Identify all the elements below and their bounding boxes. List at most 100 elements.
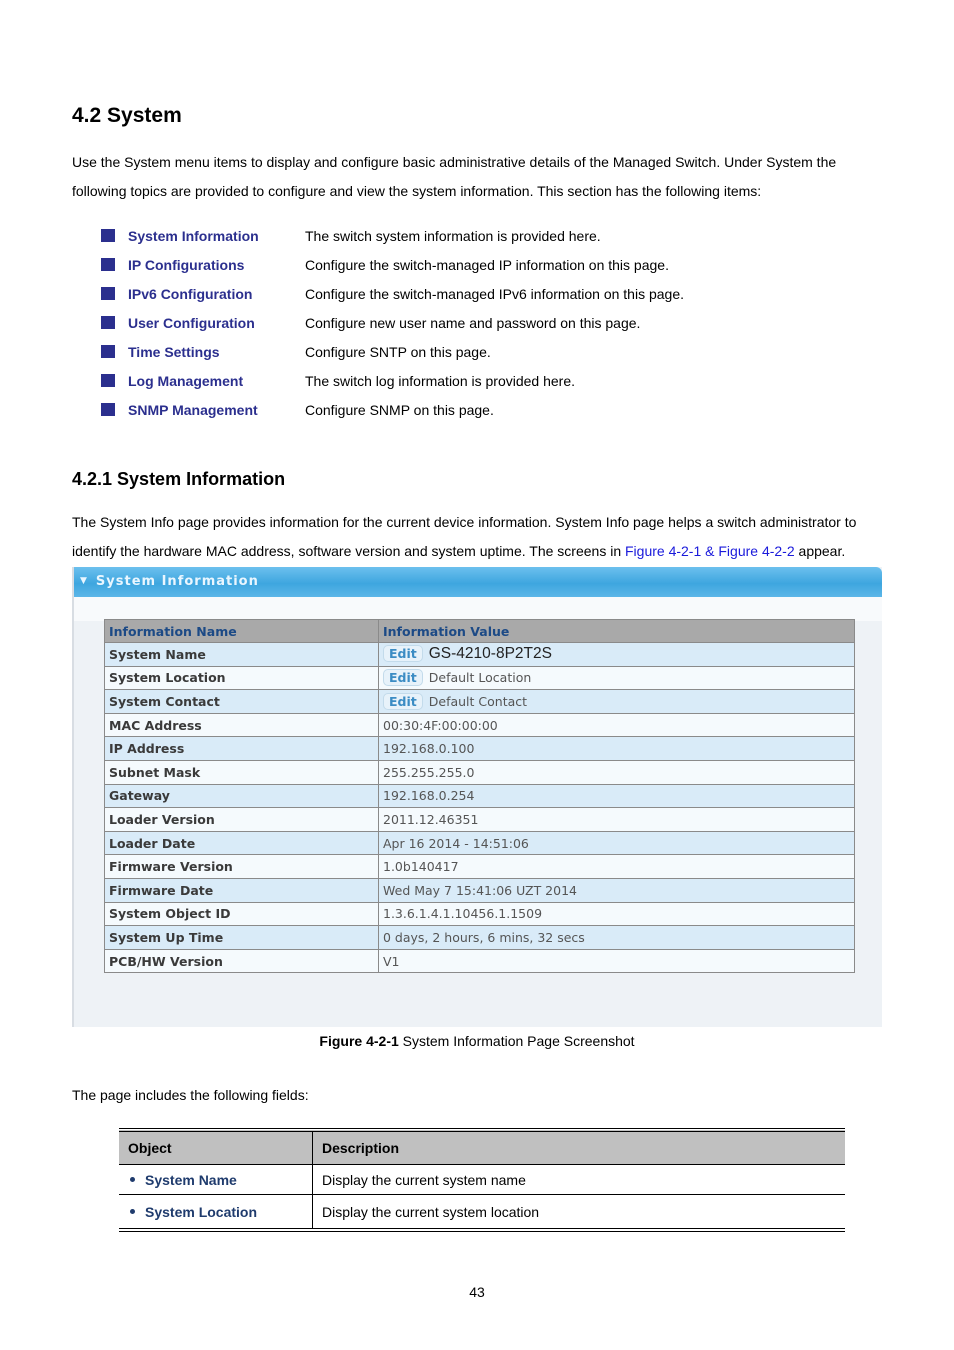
subsection-intro: The System Info page provides informatio… [72, 508, 892, 565]
column-header-value: Information Value [378, 619, 855, 643]
panel-title: ▼ System Information [80, 574, 259, 589]
table-row: Loader Version 2011.12.46351 [104, 807, 855, 832]
topic-list: System Information The switch system info… [101, 221, 801, 424]
topic-description: Configure new user name and password on … [305, 314, 641, 331]
info-value: Default Contact [428, 693, 528, 709]
info-value-cell: Wed May 7 15:41:06 UZT 2014 [378, 877, 855, 903]
table-row: System Location Edit Default Location [104, 665, 855, 691]
info-value-cell: 192.168.0.254 [378, 783, 855, 809]
info-value-cell: V1 [378, 948, 855, 974]
collapse-triangle-icon[interactable]: ▼ [80, 576, 88, 586]
topic-item: IP Configurations Configure the switch-ma… [101, 250, 801, 279]
fields-table: Object Description System Name Display t… [119, 1128, 845, 1232]
square-bullet-icon [101, 258, 115, 271]
subsection-title: 4.2.1 System Information [72, 469, 286, 489]
info-name-cell: IP Address [104, 736, 379, 761]
info-value-cell: 192.168.0.100 [378, 736, 855, 761]
topic-item: SNMP Management Configure SNMP on this pa… [101, 395, 801, 424]
info-name-cell: System Object ID [104, 901, 379, 927]
table-row: System Contact Edit Default Contact [104, 689, 855, 714]
table-row: Subnet Mask 255.255.255.0 [104, 759, 855, 785]
topic-item: User Configuration Configure new user nam… [101, 308, 801, 337]
table-row: System Up Time 0 days, 2 hours, 6 mins, 3… [104, 925, 855, 950]
edit-button[interactable]: Edit [383, 645, 423, 663]
topic-description: Configure the switch-managed IP informat… [305, 256, 669, 273]
panel-header[interactable]: ▼ System Information [74, 567, 882, 597]
info-name-cell: System Up Time [104, 925, 379, 950]
square-bullet-icon [101, 229, 115, 242]
info-value: V1 [383, 953, 400, 969]
description-cell: Display the current system name [312, 1164, 845, 1195]
table-row: PCB/HW Version V1 [104, 948, 855, 974]
figure-link[interactable]: Figure 4-2-1 & Figure 4-2-2 [625, 543, 795, 559]
table-row: System Object ID 1.3.6.1.4.1.10456.1.1509 [104, 901, 855, 927]
table-row: System Location Display the current syst… [119, 1194, 845, 1232]
topic-description: Configure the switch-managed IPv6 inform… [305, 285, 684, 302]
square-bullet-icon [101, 403, 115, 416]
topic-link[interactable]: IPv6 Configuration [128, 286, 305, 302]
topic-item: Time Settings Configure SNTP on this page… [101, 337, 801, 366]
info-value: GS-4210-8P2T2S [428, 645, 552, 663]
topic-description: Configure SNMP on this page. [305, 401, 494, 418]
info-name-cell: MAC Address [104, 712, 379, 738]
object-cell: System Location [119, 1194, 313, 1232]
info-value: Apr 16 2014 - 14:51:06 [383, 835, 529, 851]
system-information-screenshot: ▼ System Information Information Name Inf… [72, 567, 882, 1027]
info-name-cell: Subnet Mask [104, 759, 379, 785]
topic-item: System Information The switch system info… [101, 221, 801, 250]
table-row: Firmware Date Wed May 7 15:41:06 UZT 2014 [104, 877, 855, 903]
table-row: System Name Edit GS-4210-8P2T2S [104, 642, 855, 667]
object-name: System Name [145, 1171, 237, 1188]
topic-link[interactable]: IP Configurations [128, 257, 305, 273]
info-name-cell: Loader Date [104, 830, 379, 856]
intro-text-end: appear. [794, 542, 846, 559]
panel-body [74, 597, 882, 621]
topic-link[interactable]: System Information [128, 228, 305, 244]
table-row: Gateway 192.168.0.254 [104, 783, 855, 809]
square-bullet-icon [101, 287, 115, 300]
section-intro: Use the System menu items to display and… [72, 154, 837, 199]
topic-link[interactable]: User Configuration [128, 315, 305, 331]
object-name: System Location [145, 1203, 258, 1220]
info-value: 2011.12.46351 [383, 811, 479, 827]
table-row: Firmware Version 1.0b140417 [104, 854, 855, 879]
figure-caption: Figure 4-2-1 System Information Page Scr… [0, 1033, 954, 1049]
caption-text: System Information Page Screenshot [398, 1033, 635, 1049]
table-row: Loader Date Apr 16 2014 - 14:51:06 [104, 830, 855, 856]
topic-item: IPv6 Configuration Configure the switch-m… [101, 279, 801, 308]
info-name-cell: Firmware Date [104, 877, 379, 903]
info-name-cell: PCB/HW Version [104, 948, 379, 974]
topic-link[interactable]: Log Management [128, 373, 305, 389]
info-value-cell: Edit Default Contact [378, 689, 855, 714]
topic-description: Configure SNTP on this page. [305, 343, 491, 360]
topic-link[interactable]: SNMP Management [128, 402, 305, 418]
info-name-cell: System Name [104, 642, 379, 667]
description-cell: Display the current system location [312, 1194, 845, 1232]
bullet-dot-icon [130, 1176, 135, 1182]
info-value: Wed May 7 15:41:06 UZT 2014 [383, 882, 577, 898]
table-row: MAC Address 00:30:4F:00:00:00 [104, 712, 855, 738]
column-header-description: Description [312, 1128, 845, 1165]
table-row: System Name Display the current system n… [119, 1164, 845, 1195]
topic-link[interactable]: Time Settings [128, 344, 305, 360]
info-name-cell: Gateway [104, 783, 379, 809]
info-value: 192.168.0.100 [383, 741, 475, 757]
column-header-name: Information Name [104, 619, 379, 643]
caption-label: Figure 4-2-1 [319, 1033, 399, 1049]
info-value: 192.168.0.254 [383, 788, 475, 804]
info-value: 1.0b140417 [383, 859, 459, 875]
edit-button[interactable]: Edit [383, 692, 423, 710]
info-value-cell: 1.0b140417 [378, 854, 855, 879]
info-name-cell: Firmware Version [104, 854, 379, 879]
edit-button[interactable]: Edit [383, 669, 423, 687]
page-number: 43 [469, 1284, 485, 1300]
topic-item: Log Management The switch log information… [101, 366, 801, 395]
square-bullet-icon [101, 345, 115, 358]
info-value: 0 days, 2 hours, 6 mins, 32 secs [383, 929, 585, 945]
info-value: 00:30:4F:00:00:00 [383, 717, 498, 733]
info-value: Default Location [428, 670, 532, 686]
info-value-cell: Edit GS-4210-8P2T2S [378, 642, 855, 667]
system-info-table: Information Name Information Value Syste… [104, 619, 855, 974]
fields-intro: The page includes the following fields: [72, 1087, 309, 1103]
column-header-object: Object [119, 1128, 313, 1165]
